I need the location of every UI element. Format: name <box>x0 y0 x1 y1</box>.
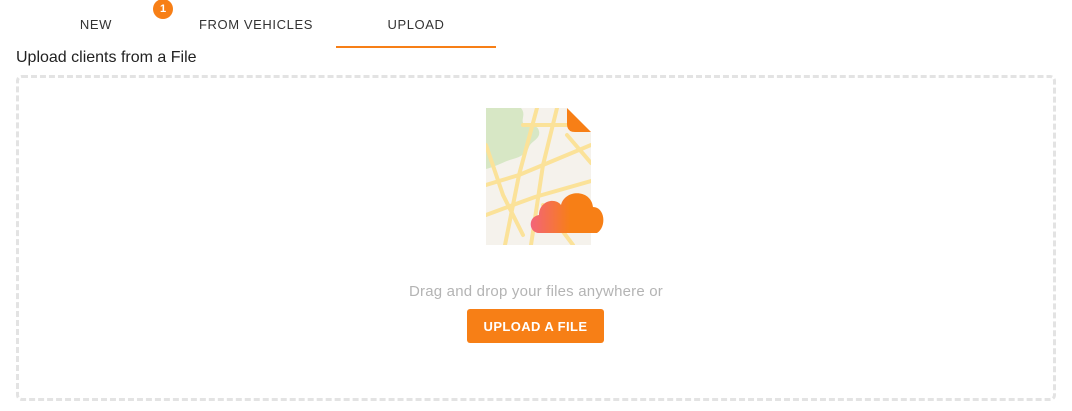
tab-new[interactable]: NEW <box>16 0 176 48</box>
tab-label: FROM VEHICLES <box>199 16 313 32</box>
count-badge: 1 <box>153 0 173 19</box>
tab-from-vehicles[interactable]: 1 FROM VEHICLES <box>153 0 336 48</box>
map-file-cloud-upload-icon <box>486 108 604 245</box>
section-title: Upload clients from a File <box>16 49 197 66</box>
tab-label: UPLOAD <box>387 16 445 32</box>
drop-hint: Drag and drop your files anywhere or <box>409 283 663 300</box>
tab-upload[interactable]: UPLOAD <box>336 0 496 48</box>
tab-label: NEW <box>79 16 113 32</box>
tab-bar: NEW 1 FROM VEHICLES UPLOAD <box>16 0 496 48</box>
file-dropzone[interactable]: Drag and drop your files anywhere or UPL… <box>16 75 1056 401</box>
upload-file-button[interactable]: UPLOAD A FILE <box>467 309 604 343</box>
